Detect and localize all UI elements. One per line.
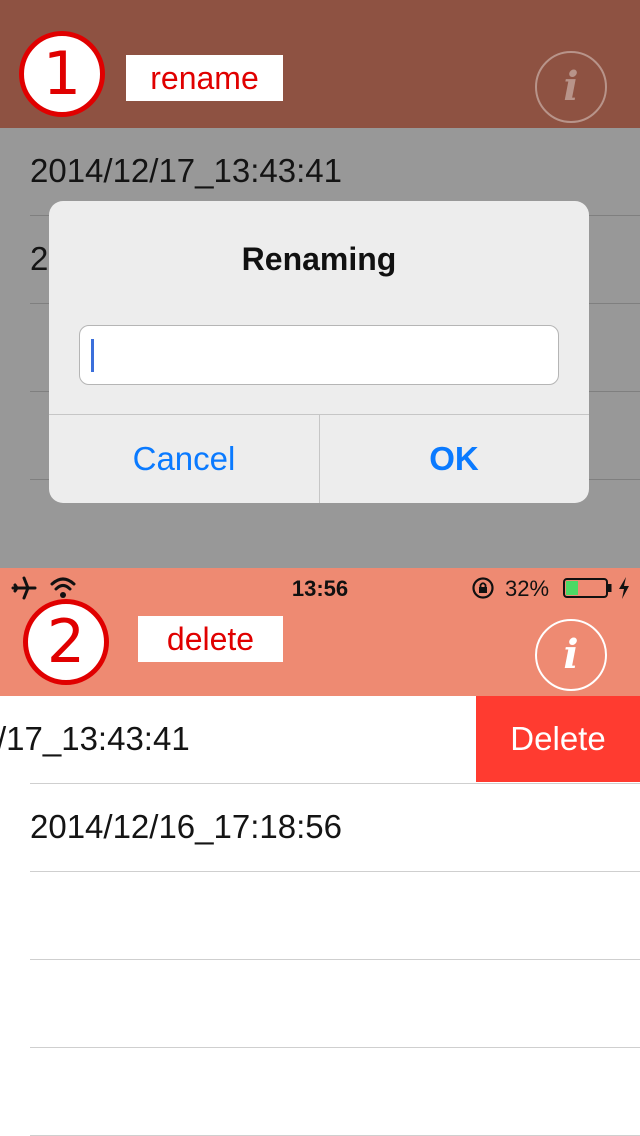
step-number-badge: 2 — [23, 599, 109, 685]
status-bar: 13:56 32% — [0, 568, 640, 608]
delete-screenshot-panel: 13:56 32% 2 delete i /17_13:43:41 Delete… — [0, 568, 640, 1136]
list-item-label: /17_13:43:41 — [0, 720, 190, 757]
delete-button[interactable]: Delete — [476, 696, 640, 782]
list-item[interactable] — [0, 960, 640, 1048]
list-item-label: 2 — [30, 240, 49, 277]
list-item[interactable]: 2014/12/16_17:18:56 — [0, 784, 640, 872]
step-label: delete — [138, 616, 283, 662]
battery-percent: 32% — [505, 576, 550, 601]
nav-header: 1 rename i — [0, 0, 640, 128]
info-icon[interactable]: i — [535, 619, 607, 691]
orientation-lock-icon — [472, 577, 494, 599]
list-item-label: 2014/12/17_13:43:41 — [30, 152, 342, 189]
rename-screenshot-panel: 1 rename i 2014/12/17_13:43:41 2 Renamin… — [0, 0, 640, 568]
list-item[interactable] — [0, 1048, 640, 1136]
charging-icon — [619, 577, 629, 599]
cancel-button[interactable]: Cancel — [49, 415, 319, 503]
battery-icon — [563, 578, 612, 598]
list-item-label: 2014/12/16_17:18:56 — [30, 808, 342, 845]
step-label: rename — [126, 55, 283, 101]
history-list: /17_13:43:41 Delete 2014/12/16_17:18:56 — [0, 696, 640, 1136]
nav-header: 13:56 32% 2 delete i — [0, 568, 640, 696]
rename-input[interactable] — [79, 325, 559, 385]
rename-alert-dialog: Renaming Cancel OK — [49, 201, 589, 503]
ok-button[interactable]: OK — [319, 415, 589, 503]
step-number-badge: 1 — [19, 31, 105, 117]
list-item[interactable] — [0, 872, 640, 960]
text-caret — [91, 339, 94, 372]
list-item[interactable]: /17_13:43:41 Delete — [0, 696, 640, 784]
alert-title: Renaming — [241, 241, 397, 277]
info-icon[interactable]: i — [535, 51, 607, 123]
